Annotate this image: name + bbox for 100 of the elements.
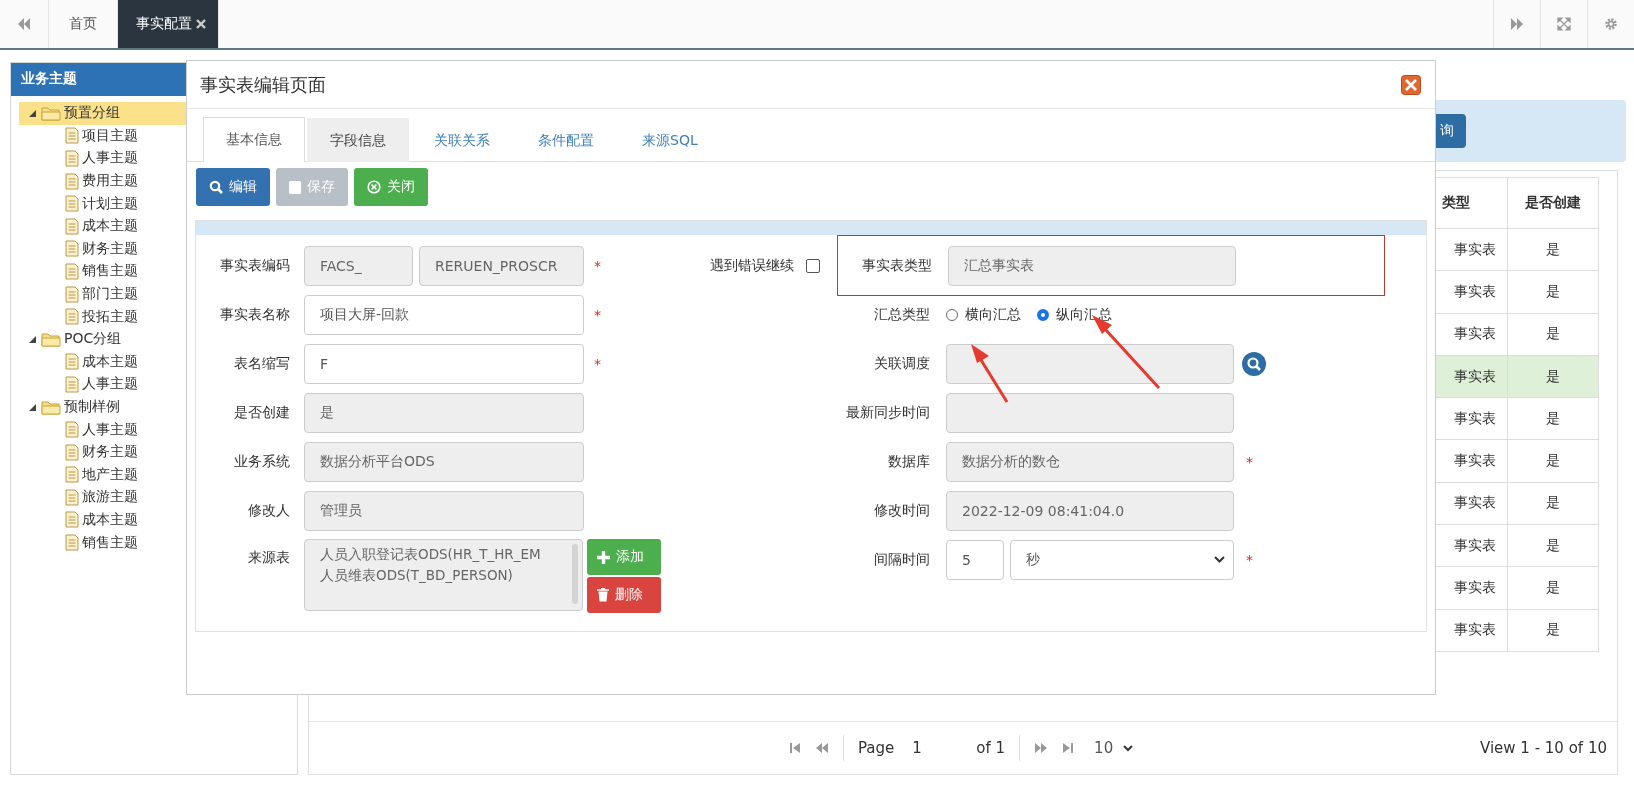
next-page-icon[interactable]	[1034, 742, 1049, 754]
tree-item[interactable]: 成本主题	[19, 214, 199, 238]
page-label: Page	[858, 739, 895, 757]
expander-icon	[29, 335, 36, 343]
field-label: 数据库	[887, 452, 931, 471]
last-page-icon[interactable]	[1062, 742, 1075, 754]
tree-item[interactable]: 投拓主题	[19, 305, 199, 328]
table-cell: 是	[1508, 355, 1599, 399]
tree-item[interactable]: 财务主题	[19, 440, 199, 464]
document-icon	[65, 488, 79, 506]
dialog-tab[interactable]: 来源SQL	[619, 118, 721, 162]
input-field[interactable]: F	[304, 343, 584, 384]
previous-page-icon[interactable]	[815, 742, 829, 754]
dialog-tab[interactable]: 基本信息	[203, 117, 305, 162]
scrollbar[interactable]	[572, 544, 578, 604]
tree-item[interactable]: 成本主题	[19, 508, 199, 532]
input-field[interactable]: 项目大屏-回款	[304, 294, 584, 335]
input-field[interactable]: 汇总事实表	[948, 245, 1236, 286]
document-icon	[65, 466, 79, 484]
document-icon	[65, 353, 79, 371]
settings-icon	[1604, 17, 1618, 31]
field-label: 间隔时间	[873, 550, 931, 569]
input-field[interactable]: 数据分析的数仓	[946, 441, 1234, 482]
document-icon	[65, 534, 79, 552]
list-item[interactable]: 人员入职登记表ODS(HR_T_HR_EM	[320, 544, 541, 565]
required-asterisk: *	[594, 306, 601, 323]
page-size-select[interactable]: 10	[1088, 737, 1140, 759]
radio-button[interactable]	[1037, 308, 1049, 321]
table-cell: 是	[1508, 609, 1599, 652]
table-cell: 是	[1508, 313, 1599, 356]
input-field[interactable]: 是	[304, 392, 584, 433]
field-label: 最新同步时间	[845, 403, 931, 422]
tree-item[interactable]: 项目主题	[19, 124, 199, 148]
input-field[interactable]: 管理员	[304, 490, 584, 531]
field-label: 是否创建	[233, 403, 291, 422]
input-field[interactable]	[946, 343, 1234, 384]
square-icon	[289, 180, 301, 194]
radio-label: 横向汇总	[965, 305, 1021, 324]
delete-button[interactable]: 删除	[587, 577, 661, 613]
trash-icon	[597, 588, 609, 602]
dialog-tab[interactable]: 关联关系	[411, 118, 513, 162]
page-count: of 1	[976, 739, 1006, 757]
tree-item[interactable]: POC分组	[19, 327, 199, 351]
tree-item[interactable]: 销售主题	[19, 531, 199, 554]
field-label: 表名缩写	[233, 354, 291, 373]
tree-item[interactable]: 计划主题	[19, 192, 199, 215]
plus-icon	[597, 550, 610, 564]
table-cell: 是	[1508, 525, 1599, 568]
dialog-tab[interactable]: 条件配置	[515, 118, 617, 162]
search-icon[interactable]	[1242, 351, 1266, 376]
caret-icon	[1214, 556, 1225, 563]
document-icon	[65, 217, 79, 235]
document-icon	[65, 421, 79, 439]
tree-item[interactable]: 人事主题	[19, 418, 199, 441]
records-summary: View 1 - 10 of 10	[1479, 739, 1607, 757]
first-page-icon[interactable]	[789, 742, 801, 754]
tree-item[interactable]: 销售主题	[19, 260, 199, 283]
document-icon	[65, 443, 79, 461]
input-field[interactable]: RERUEN_PROSCR	[419, 245, 584, 286]
tree-item[interactable]: 旅游主题	[19, 486, 199, 509]
list-item[interactable]: 人员维表ODS(T_BD_PERSON)	[320, 565, 513, 586]
tree-item[interactable]: 预制样例	[19, 395, 199, 419]
edit-button[interactable]: 编辑	[196, 168, 270, 206]
document-icon	[65, 375, 79, 393]
input-field[interactable]	[946, 392, 1234, 433]
input-field[interactable]: 数据分析平台ODS	[304, 441, 584, 482]
required-asterisk: *	[594, 355, 601, 372]
column-header: 是否创建	[1508, 177, 1599, 229]
document-icon	[65, 240, 79, 258]
tree-item[interactable]: 人事主题	[19, 147, 199, 170]
document-icon	[65, 308, 79, 326]
input-field[interactable]: 2022-12-09 08:41:04.0	[946, 490, 1234, 531]
unit-select[interactable]: 秒	[1010, 539, 1234, 580]
dialog-tab[interactable]: 字段信息	[307, 118, 409, 162]
required-asterisk: *	[1246, 551, 1253, 568]
field-label: 业务系统	[233, 452, 291, 471]
document-icon	[65, 127, 79, 145]
close-icon[interactable]	[1401, 74, 1421, 95]
field-label: 修改时间	[873, 501, 931, 520]
tree-item[interactable]: 费用主题	[19, 169, 199, 193]
tree-item[interactable]: 成本主题	[19, 350, 199, 374]
tree-item[interactable]: 部门主题	[19, 282, 199, 306]
input-field[interactable]: FACS_	[304, 245, 413, 286]
checkbox[interactable]	[806, 258, 820, 273]
folder-icon	[41, 105, 61, 121]
list-box[interactable]: 人员入职登记表ODS(HR_T_HR_EM 人员维表ODS(T_BD_PERSON)	[304, 539, 583, 611]
tree-item[interactable]: 财务主题	[19, 237, 199, 261]
document-icon	[65, 262, 79, 280]
table-cell: 是	[1508, 482, 1599, 526]
folder-icon	[41, 399, 61, 415]
field-label: 修改人	[247, 501, 291, 520]
tree-item[interactable]: 人事主题	[19, 373, 199, 396]
table-cell: 是	[1508, 440, 1599, 483]
document-icon	[65, 285, 79, 303]
number-input[interactable]: 5	[946, 539, 1004, 580]
table-cell: 是	[1508, 398, 1599, 441]
expander-icon	[29, 109, 36, 117]
tree-item[interactable]: 地产主题	[19, 463, 199, 487]
page-tab[interactable]: 事实配置	[118, 0, 219, 48]
caret-icon	[1123, 744, 1134, 752]
